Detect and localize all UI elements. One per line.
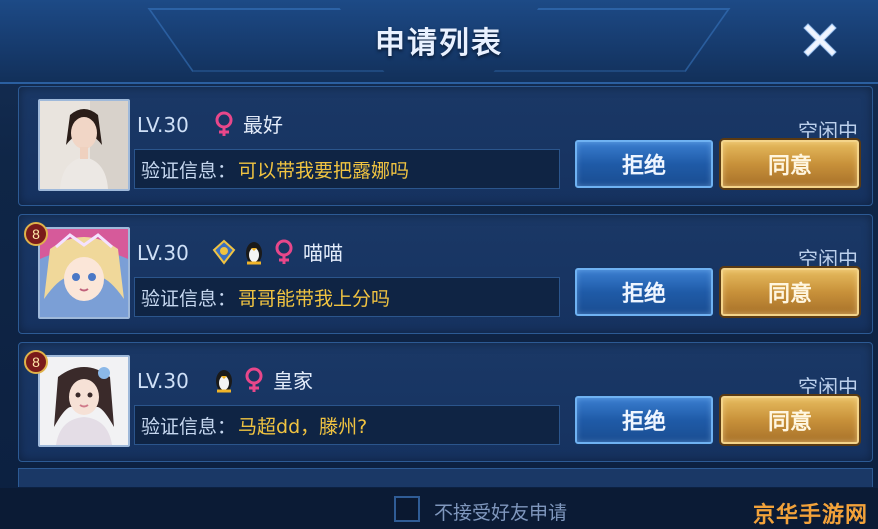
verify-message: 可以带我要把露娜吗 [238, 159, 410, 182]
player-nickname: 喵喵 [303, 241, 343, 265]
request-row-partial [18, 468, 873, 487]
watermark: 京华手游网 [752, 503, 868, 528]
avatar[interactable] [38, 355, 130, 447]
verify-message-box: 验证信息： 哥哥能带我上分吗 [134, 277, 560, 317]
rank-badge: 8 [23, 221, 49, 247]
request-row-3: 8 LV.30 皇家 空闲中 验证信息： 马超dd，滕州? 拒绝 同意 [18, 342, 873, 462]
reject-friend-requests-label: 不接受好友申请 [434, 502, 568, 524]
female-icon [211, 110, 237, 138]
rank-badge: 8 [23, 349, 49, 375]
player-level: LV.30 [137, 241, 189, 265]
penguin-icon [241, 238, 267, 266]
rank-emblem-icon [211, 238, 237, 266]
player-info: 最好 [211, 109, 283, 138]
request-row-2: 8 LV.30 喵喵 空闲中 验证信息： 哥哥能带我上分吗 拒绝 同意 [18, 214, 873, 334]
player-nickname: 皇家 [273, 369, 313, 393]
player-level: LV.30 [137, 369, 189, 393]
player-info: 喵喵 [211, 237, 343, 266]
player-level: LV.30 [137, 113, 189, 137]
accept-button[interactable]: 同意 [721, 396, 859, 444]
verify-message-box: 验证信息： 可以带我要把露娜吗 [134, 149, 560, 189]
reject-button[interactable]: 拒绝 [575, 140, 713, 188]
reject-button[interactable]: 拒绝 [575, 268, 713, 316]
female-icon [241, 366, 267, 394]
verify-label: 验证信息： [141, 159, 237, 182]
penguin-icon [211, 366, 237, 394]
verify-label: 验证信息： [141, 287, 237, 310]
reject-friend-requests-checkbox[interactable] [394, 496, 420, 522]
close-icon [803, 23, 837, 57]
female-icon [271, 238, 297, 266]
player-info: 皇家 [211, 365, 313, 394]
request-row-1: LV.30 最好 空闲中 验证信息： 可以带我要把露娜吗 拒绝 同意 [18, 86, 873, 206]
dialog-header: 申请列表 [0, 0, 878, 84]
verify-message: 马超dd，滕州? [238, 415, 368, 438]
verify-message-box: 验证信息： 马超dd，滕州? [134, 405, 560, 445]
rank-badge-value: 8 [32, 354, 40, 370]
player-nickname: 最好 [243, 113, 283, 137]
rank-badge-value: 8 [32, 226, 40, 242]
close-button[interactable] [798, 18, 842, 62]
verify-message: 哥哥能带我上分吗 [238, 287, 391, 310]
verify-label: 验证信息： [141, 415, 237, 438]
avatar[interactable] [38, 99, 130, 191]
accept-button[interactable]: 同意 [721, 268, 859, 316]
accept-button[interactable]: 同意 [721, 140, 859, 188]
reject-button[interactable]: 拒绝 [575, 396, 713, 444]
dialog-title: 申请列表 [375, 26, 503, 61]
avatar[interactable] [38, 227, 130, 319]
